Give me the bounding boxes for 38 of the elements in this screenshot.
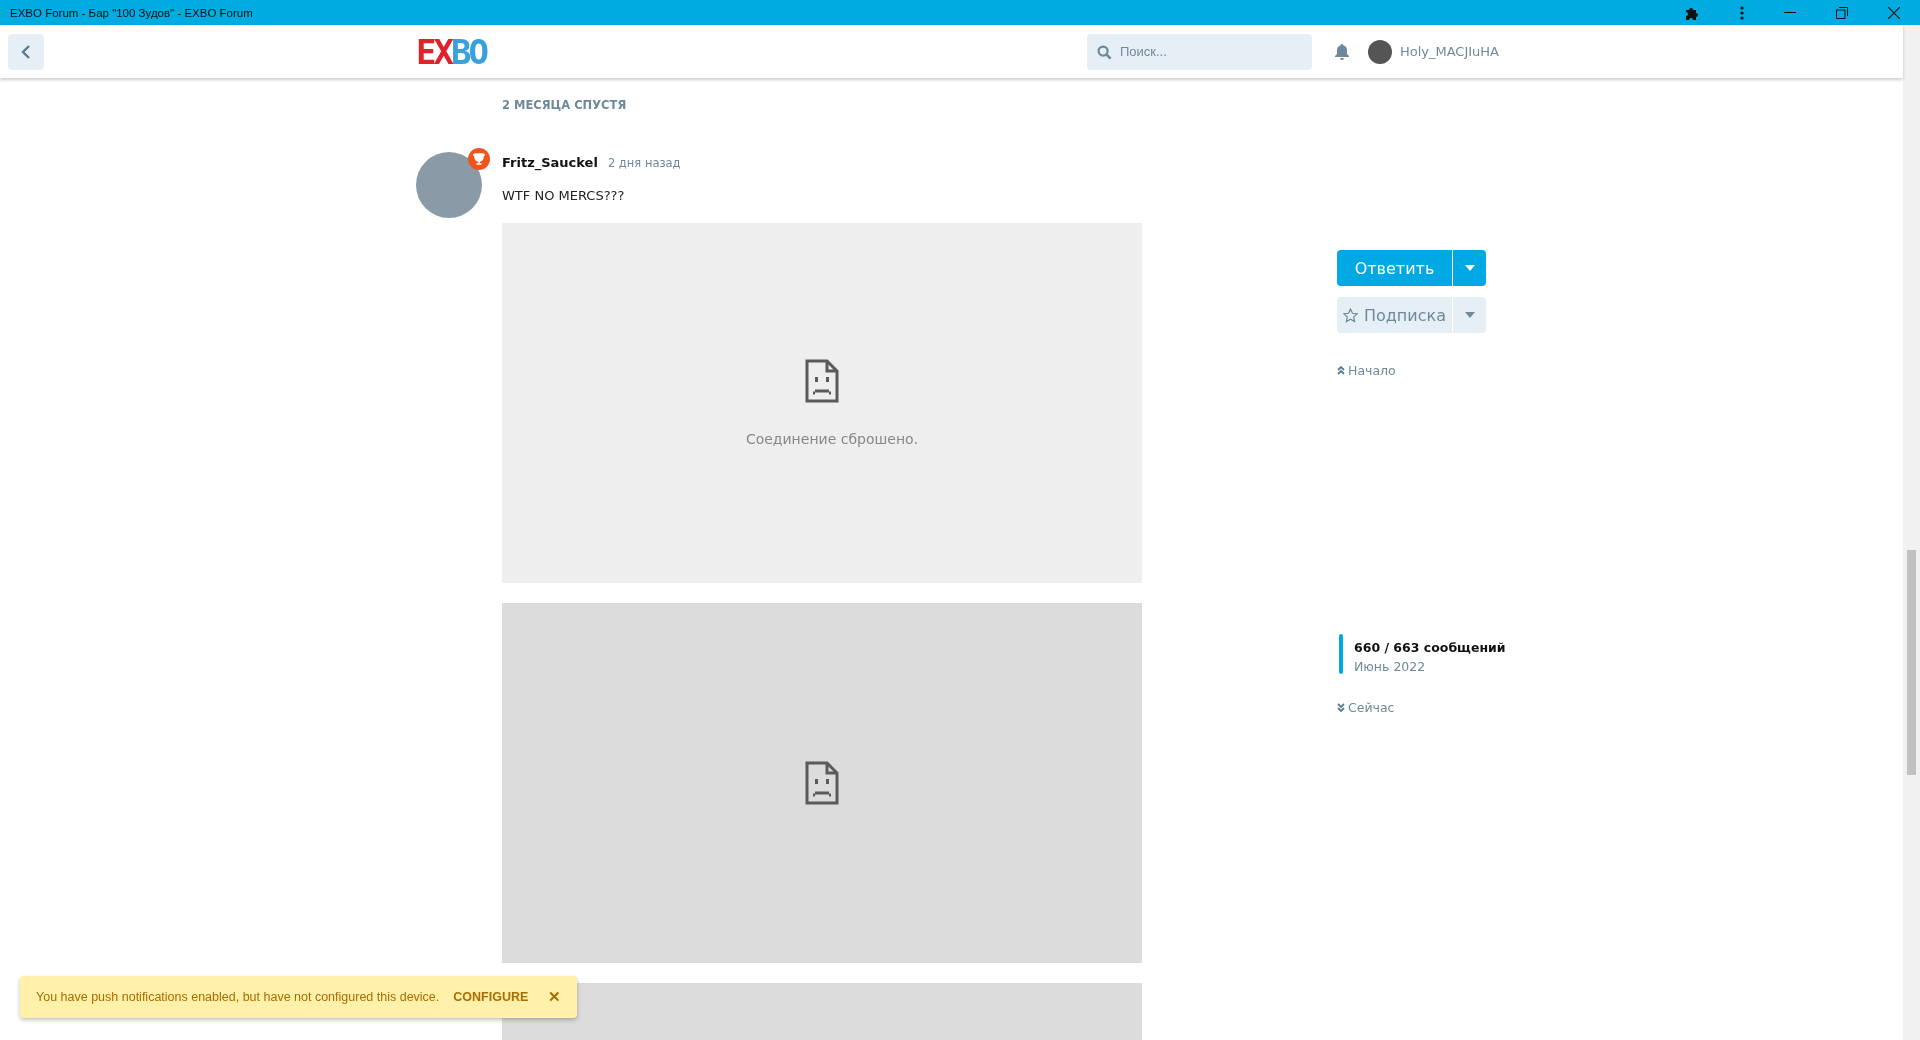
alert-message: You have push notifications enabled, but have not configured this device.: [36, 990, 440, 1004]
double-chevron-down-icon: [1337, 703, 1345, 712]
back-button[interactable]: [8, 33, 44, 70]
configure-link[interactable]: CONFIGURE: [453, 990, 529, 1004]
post-time[interactable]: 2 дня назад: [607, 156, 681, 170]
scrollbar[interactable]: [1903, 25, 1920, 1040]
close-button[interactable]: ✕: [548, 988, 562, 1006]
post-date: Июнь 2022: [1354, 658, 1427, 674]
double-chevron-up-icon: [1337, 366, 1345, 375]
minimize-icon[interactable]: [1784, 11, 1796, 14]
caret-down-icon: [1464, 312, 1475, 318]
more-vertical-icon[interactable]: [1740, 5, 1744, 20]
dropdown-button[interactable]: [1453, 250, 1486, 286]
chevron-left-icon: [21, 44, 31, 59]
broken-page-icon: [805, 359, 839, 403]
reply-button[interactable]: Ответить: [1337, 250, 1452, 286]
bell-icon[interactable]: [1333, 43, 1350, 60]
close-icon[interactable]: [1888, 6, 1900, 19]
subscribe-button[interactable]: Подписка: [1337, 297, 1452, 333]
username[interactable]: Holy_MACJIuHA: [1399, 44, 1499, 59]
caret-down-icon: [1464, 265, 1475, 271]
user-avatar[interactable]: [1367, 39, 1392, 64]
broken-page-icon: [805, 761, 839, 805]
scroll-to-start-link[interactable]: Начало: [1337, 363, 1396, 378]
dropdown-button[interactable]: [1453, 297, 1486, 333]
window-title: EXBO Forum - Бар "100 Зудов" - EXBO Forum: [10, 6, 253, 19]
restore-icon[interactable]: [1836, 6, 1848, 19]
post-count: 660 / 663 сообщений: [1354, 639, 1506, 655]
scrubber-handle[interactable]: [1339, 633, 1343, 674]
trophy-badge-icon: [468, 148, 490, 170]
post-author[interactable]: Fritz_Sauckel: [502, 155, 598, 170]
search-field[interactable]: Поиск...: [1086, 33, 1312, 70]
error-message: Соединение сброшено.: [745, 431, 919, 447]
scroll-to-now-link[interactable]: Сейчас: [1337, 700, 1395, 715]
star-icon: [1343, 307, 1358, 323]
time-gap-label: 2 МЕСЯЦА СПУСТЯ: [502, 98, 628, 112]
post-text: WTF NO MERCS???: [502, 188, 626, 203]
logo[interactable]: EXBO: [416, 34, 486, 69]
